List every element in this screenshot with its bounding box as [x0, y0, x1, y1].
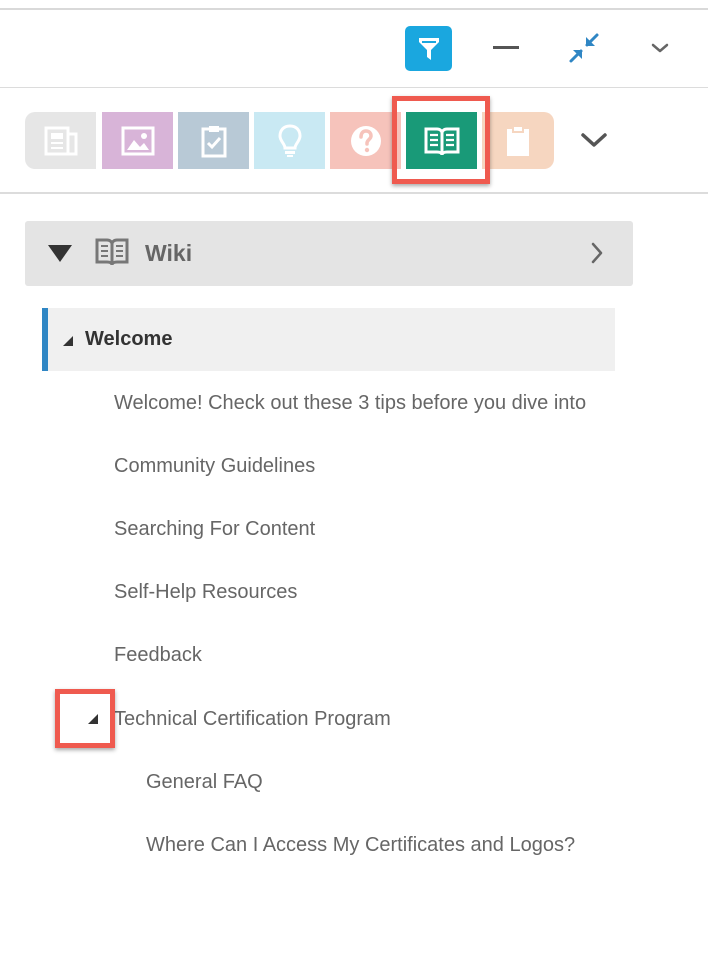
- top-border: [0, 0, 708, 10]
- top-toolbar: [0, 10, 708, 88]
- type-image-button[interactable]: [102, 112, 173, 169]
- menu-chevron-button[interactable]: [646, 34, 674, 62]
- news-icon: [44, 126, 77, 155]
- collapse-arrows-icon: [569, 33, 599, 63]
- image-icon: [121, 126, 154, 155]
- type-question-button[interactable]: [330, 112, 401, 169]
- type-clipboard-button[interactable]: [482, 112, 554, 169]
- minimize-button[interactable]: [492, 33, 520, 61]
- minimize-dash-icon: [493, 45, 519, 49]
- tree-section-label: Welcome: [85, 328, 173, 350]
- tree-subitem[interactable]: Where Can I Access My Certificates and L…: [146, 834, 575, 857]
- chevron-right-icon[interactable]: [589, 241, 605, 265]
- wiki-title: Wiki: [145, 240, 193, 266]
- question-icon: [350, 125, 381, 156]
- type-idea-button[interactable]: [254, 112, 325, 169]
- tree-item[interactable]: Welcome! Check out these 3 tips before y…: [114, 392, 586, 415]
- chevron-down-icon: [581, 133, 607, 147]
- expand-toggle-highlight: [55, 689, 115, 748]
- clipboard-icon: [507, 124, 529, 156]
- type-task-button[interactable]: [178, 112, 249, 169]
- triangle-expanded-icon[interactable]: [62, 335, 74, 347]
- filter-button[interactable]: [405, 26, 452, 71]
- tree-item[interactable]: Community Guidelines: [114, 455, 315, 478]
- tree-item[interactable]: Feedback: [114, 644, 202, 667]
- tree-item[interactable]: Searching For Content: [114, 518, 315, 541]
- content-type-bar: [0, 88, 708, 194]
- triangle-down-icon[interactable]: [47, 243, 73, 263]
- lightbulb-icon: [277, 123, 302, 157]
- type-news-button[interactable]: [25, 112, 96, 169]
- tree-section-welcome[interactable]: Welcome: [42, 308, 615, 371]
- chevron-down-icon: [651, 43, 669, 53]
- wiki-header[interactable]: Wiki: [25, 221, 633, 286]
- collapse-button[interactable]: [566, 30, 602, 66]
- wiki-button-highlight: [392, 96, 490, 184]
- tree-subsection-label[interactable]: Technical Certification Program: [114, 708, 391, 731]
- tree-subitem[interactable]: General FAQ: [146, 771, 263, 794]
- book-icon: [95, 238, 129, 266]
- more-types-button[interactable]: [578, 126, 610, 154]
- clipboard-check-icon: [201, 125, 226, 157]
- tree-item[interactable]: Self-Help Resources: [114, 581, 297, 604]
- filter-funnel-icon: [418, 37, 439, 60]
